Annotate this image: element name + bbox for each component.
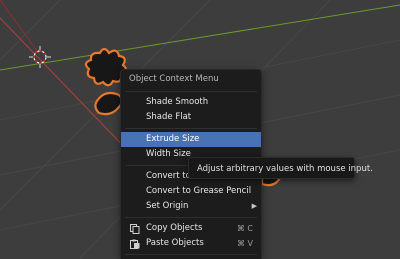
tooltip-text: Adjust arbitrary values with mouse input…	[197, 164, 373, 174]
menu-item-copy-objects[interactable]: Copy Objects ⌘ C	[121, 221, 261, 236]
tooltip: Adjust arbitrary values with mouse input…	[188, 157, 373, 179]
menu-separator	[125, 254, 257, 255]
menu-item-label: Copy Objects	[146, 223, 203, 233]
menu-item-label: Shade Flat	[146, 112, 192, 122]
menu-title: Object Context Menu	[129, 74, 219, 84]
menu-item-paste-objects[interactable]: Paste Objects ⌘ V	[121, 236, 261, 251]
menu-item-label: Shade Smooth	[146, 97, 209, 107]
menu-separator	[125, 91, 257, 92]
shortcut-label: ⌘ C	[236, 224, 253, 233]
menu-item-label: Extrude Size	[146, 134, 200, 144]
menu-separator	[125, 217, 257, 218]
submenu-arrow-icon: ▶	[251, 202, 257, 210]
menu-item-shade-smooth[interactable]: Shade Smooth	[121, 95, 261, 110]
menu-item-extrude-size[interactable]: Extrude Size	[121, 132, 261, 147]
menu-item-label: Convert to Grease Pencil	[146, 186, 252, 196]
copy-icon	[130, 224, 140, 234]
menu-item-set-origin[interactable]: Set Origin ▶	[121, 199, 261, 214]
paste-icon	[130, 239, 140, 249]
menu-item-label: Convert to	[146, 171, 191, 181]
menu-item-shade-flat[interactable]: Shade Flat	[121, 110, 261, 125]
menu-item-label: Paste Objects	[146, 238, 204, 248]
shortcut-label: ⌘ V	[236, 239, 253, 248]
y-axis-line	[0, 4, 400, 71]
menu-separator	[125, 128, 257, 129]
menu-item-label: Width Size	[146, 149, 191, 159]
menu-item-convert-to-grease-pencil[interactable]: Convert to Grease Pencil	[121, 184, 261, 199]
menu-item-label: Set Origin	[146, 201, 189, 211]
